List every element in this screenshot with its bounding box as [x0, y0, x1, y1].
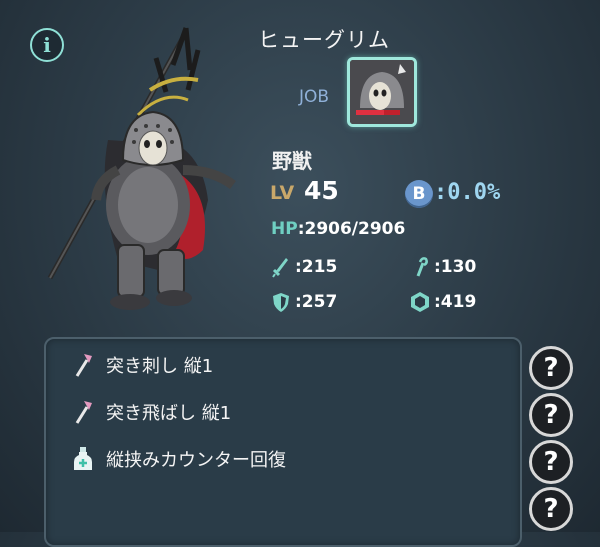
hexagon-icon	[411, 292, 429, 312]
skill-item: 突き飛ばし 縦1	[72, 399, 231, 425]
attack-value: :215	[295, 257, 338, 277]
job-icon[interactable]	[347, 57, 417, 127]
job-label: JOB	[299, 87, 330, 107]
staff-icon	[416, 257, 428, 277]
potion-bottle-icon	[74, 447, 92, 470]
magic-stat: :130	[410, 256, 476, 278]
skill-help-button[interactable]: ?	[529, 346, 573, 390]
skill-label: 突き飛ばし 縦1	[106, 403, 232, 424]
sword-icon	[272, 258, 288, 278]
skill-item: 縦挟みカウンター回復	[72, 446, 286, 472]
magic-defense-value: :419	[434, 292, 477, 312]
character-portrait	[47, 27, 236, 310]
pink-spear-icon	[75, 354, 92, 377]
character-name: ヒューグリム	[258, 28, 390, 52]
level-label: LV	[270, 182, 295, 204]
hp-label: HP	[271, 219, 298, 239]
skill-item: 突き刺し 縦1	[72, 352, 213, 378]
skill-help-button[interactable]: ?	[529, 393, 573, 437]
skill-label: 縦挟みカウンター回復	[106, 450, 286, 471]
class-name: 野獣	[272, 149, 312, 173]
skill-label: 突き刺し 縦1	[106, 356, 214, 377]
pink-spear-icon	[75, 401, 92, 424]
defense-value: :257	[295, 292, 338, 312]
defense-stat: :257	[271, 291, 337, 313]
hp-stat: HP:2906/2906	[271, 219, 405, 239]
skill-help-button[interactable]: ?	[529, 440, 573, 484]
skill-help-button[interactable]: ?	[529, 487, 573, 531]
level-value: 45	[304, 176, 339, 205]
shield-icon	[273, 293, 289, 312]
break-icon: B	[405, 180, 433, 208]
attack-stat: :215	[271, 256, 337, 278]
break-rate-value: :0.0%	[434, 180, 501, 205]
magic-defense-stat: :419	[410, 291, 476, 313]
hp-value: :2906/2906	[297, 219, 406, 239]
magic-value: :130	[434, 257, 477, 277]
